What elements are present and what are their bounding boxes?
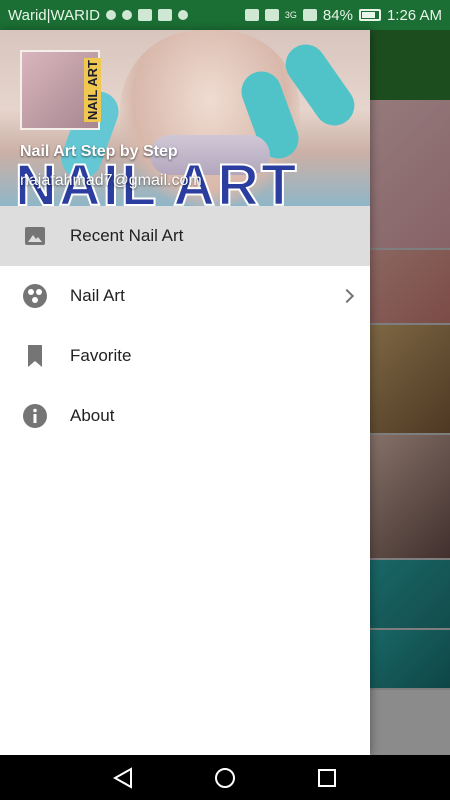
system-nav-bar xyxy=(0,755,450,800)
menu-item-favorite[interactable]: Favorite xyxy=(0,326,370,386)
drawer-menu: Recent Nail Art Nail Art Favorite About xyxy=(0,206,370,446)
status-right: 3G 84% 1:26 AM xyxy=(244,6,442,24)
home-icon[interactable] xyxy=(213,766,237,790)
battery-icon xyxy=(358,9,381,21)
chevron-right-icon xyxy=(339,288,355,304)
menu-label: Nail Art xyxy=(70,286,125,305)
mail-icon xyxy=(137,9,152,21)
usb-icon xyxy=(105,10,116,20)
facebook-icon xyxy=(157,9,172,21)
navigation-drawer: NAIL ART NAIL ART Nail Art Step by Step … xyxy=(0,30,370,755)
app-logo: NAIL ART xyxy=(20,50,101,130)
drawer-header: NAIL ART NAIL ART Nail Art Step by Step … xyxy=(0,30,370,206)
image-icon xyxy=(22,223,48,249)
carrier-name: Warid|WARID xyxy=(8,6,100,24)
drawer-title: Nail Art Step by Step xyxy=(20,143,178,160)
menu-label: About xyxy=(70,406,115,425)
help-icon xyxy=(177,10,188,20)
battery-percent: 84% xyxy=(322,6,353,24)
status-bar: Warid|WARID 3G 84% 1:26 AM xyxy=(0,0,450,30)
info-icon xyxy=(22,403,48,429)
back-icon[interactable] xyxy=(111,766,135,790)
signal-icon xyxy=(302,9,317,21)
wifi-icon xyxy=(264,9,279,21)
health-icon xyxy=(121,10,132,20)
status-left: Warid|WARID xyxy=(8,7,188,24)
menu-item-recent-nail-art[interactable]: Recent Nail Art xyxy=(0,206,370,266)
drawer-email: najafahmad7@gmail.com xyxy=(20,172,202,189)
nfc-icon xyxy=(244,9,259,21)
recents-icon[interactable] xyxy=(315,766,339,790)
logo-text: NAIL ART xyxy=(84,58,101,122)
network-type: 3G xyxy=(284,10,297,20)
menu-item-about[interactable]: About xyxy=(0,386,370,446)
clock: 1:26 AM xyxy=(386,6,442,24)
menu-item-nail-art[interactable]: Nail Art xyxy=(0,266,370,326)
menu-label: Favorite xyxy=(70,346,132,365)
menu-label: Recent Nail Art xyxy=(70,226,184,245)
palette-icon xyxy=(22,283,48,309)
bookmark-icon xyxy=(22,343,48,369)
